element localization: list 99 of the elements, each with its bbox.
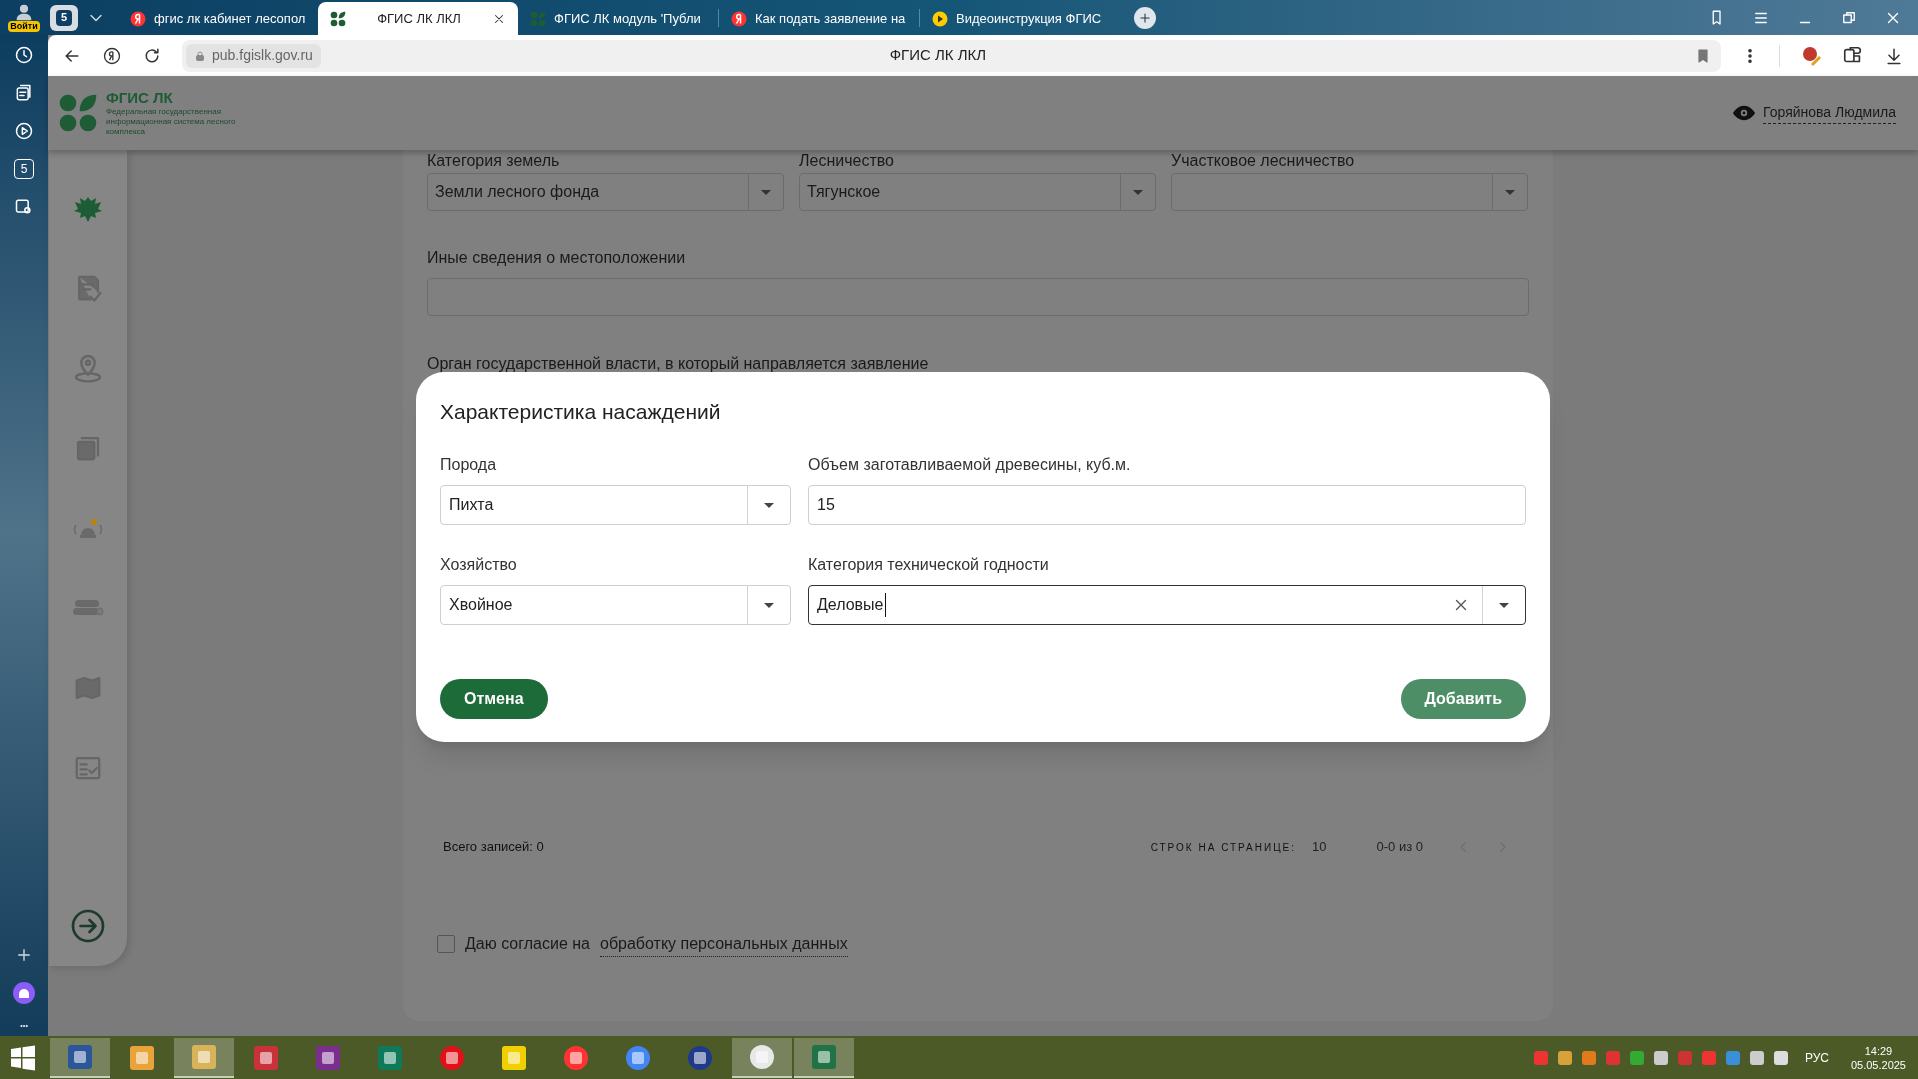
field-label: Участковое лесничество (1171, 152, 1356, 170)
bookmark-icon[interactable] (1695, 47, 1711, 64)
browser-tab[interactable]: фгис лк кабинет лесопол (118, 2, 318, 35)
field-value: Деловые (817, 593, 886, 617)
app-icon (190, 1042, 218, 1071)
cancel-button[interactable]: Отмена (440, 679, 548, 719)
field-value: Хвойное (449, 595, 513, 615)
notes-icon[interactable] (14, 83, 34, 103)
tab-favicon-icon (731, 10, 747, 27)
taskbar-app[interactable] (50, 1037, 110, 1078)
new-tab-button[interactable] (1134, 6, 1156, 29)
logo-subtitle: Федеральная государственная информационная система лесного комплекса (106, 107, 237, 137)
tray-icon[interactable] (1556, 1049, 1573, 1066)
total-records: Всего записей: 0 (443, 838, 544, 857)
combobox-field[interactable]: Деловые (808, 585, 1526, 625)
caret-down-icon (764, 502, 774, 508)
select-value: Земли лесного фонда (435, 182, 601, 202)
input-field[interactable]: 15 (808, 485, 1526, 525)
leaf-dots-icon (58, 93, 98, 133)
checkbox[interactable] (437, 935, 455, 953)
clock-date: 05.05.2025 (1850, 1057, 1906, 1072)
extension-icon[interactable] (1800, 44, 1822, 67)
leaf-dots-icon (530, 10, 546, 27)
caret-down-icon (1505, 189, 1515, 195)
logo-title: ФГИС ЛК (106, 89, 174, 107)
field-label: Категория технической годности (808, 555, 1050, 575)
tab-title: фгис лк кабинет лесопол (154, 9, 306, 28)
language-indicator[interactable]: РУС (1804, 1048, 1829, 1067)
page-range: 0-0 из 0 (1376, 838, 1423, 857)
play-icon (932, 10, 948, 27)
rows-per-page-select[interactable]: 10 (1312, 837, 1327, 857)
add-button[interactable]: Добавить (1400, 679, 1526, 719)
lock-icon (194, 48, 206, 63)
address-field[interactable]: pub.fgislk.gov.ru ФГИС ЛК ЛКЛ (182, 39, 1721, 72)
field-label: Иные сведения о местоположении (427, 249, 687, 267)
start-icon[interactable] (10, 1044, 36, 1071)
leaf-dots-icon (330, 10, 346, 27)
app-icon (500, 1043, 528, 1072)
app-icon (314, 1043, 342, 1072)
tray-icon[interactable] (1748, 1049, 1765, 1066)
caret-down-icon (764, 602, 774, 608)
field-value: 15 (817, 495, 835, 515)
select-field[interactable]: Тягунское (799, 173, 1156, 211)
browser-tab[interactable]: Видеоинструкция ФГИС (920, 2, 1120, 35)
select-field[interactable] (1171, 173, 1528, 211)
app-icon (128, 1043, 156, 1072)
field-value: Пихта (449, 495, 494, 515)
caret-down-icon (1499, 602, 1509, 608)
logout-icon[interactable] (70, 908, 106, 944)
field-label: Объем заготавливаемой древесины, куб.м. (808, 455, 1132, 475)
yandex-icon[interactable] (102, 45, 122, 66)
app-icon (376, 1043, 404, 1072)
select-value: Тягунское (807, 182, 882, 202)
tray-icon[interactable] (1628, 1049, 1645, 1066)
login-label[interactable]: Войти (8, 21, 40, 32)
browser-tab[interactable]: Как подать заявление на (719, 2, 919, 35)
assistant-icon[interactable] (13, 982, 35, 1004)
plus-icon (1138, 10, 1152, 25)
field-label: Категория земель (427, 152, 561, 170)
select-field[interactable]: Земли лесного фонда (427, 173, 784, 211)
modal-title: Характеристика насаждений (440, 399, 722, 425)
rows-per-page-label: СТРОК НА СТРАНИЦЕ: (1150, 840, 1297, 855)
tab-title: Как подать заявление на (755, 9, 907, 28)
tab-favicon-icon (130, 10, 146, 27)
field-label: Хозяйство (440, 555, 518, 575)
consent-text: Даю согласие на (465, 934, 590, 954)
browser-tab[interactable]: ФГИС ЛК ЛКЛ (318, 2, 518, 35)
field-label: Орган государственной власти, в который направляется заявление (427, 354, 930, 374)
tab-counter[interactable]: 5 (50, 4, 78, 31)
tab-title: Видеоинструкция ФГИС (956, 9, 1103, 28)
history-icon[interactable] (14, 45, 34, 65)
avatar-icon[interactable] (15, 3, 33, 21)
taskbar-app[interactable] (794, 1037, 854, 1078)
browser-tab[interactable]: ФГИС ЛК модуль 'Публи (518, 2, 718, 35)
taskbar-app[interactable] (732, 1037, 792, 1078)
app-icon (252, 1043, 280, 1072)
caret-down-icon (1133, 189, 1143, 195)
tab-title: ФГИС ЛК ЛКЛ (376, 9, 462, 28)
caret-down-icon (761, 189, 771, 195)
select-field[interactable]: Пихта (440, 485, 791, 525)
field-label: Лесничество (799, 152, 895, 170)
tab-title: ФГИС ЛК модуль 'Публи (554, 9, 702, 28)
url-text: pub.fgislk.gov.ru (186, 43, 321, 68)
taskbar-app[interactable] (174, 1037, 234, 1078)
tray-icon[interactable] (1580, 1049, 1597, 1066)
field-label: Порода (440, 455, 498, 475)
consent-link[interactable]: обработку персональных данных (600, 931, 848, 957)
plus-icon[interactable] (15, 946, 33, 964)
clock-time: 14:29 (1864, 1043, 1893, 1058)
app-icon (810, 1042, 838, 1071)
play-icon[interactable] (14, 121, 34, 141)
user-name-link[interactable]: Горяйнова Людмила (1763, 102, 1896, 124)
app-icon (66, 1042, 94, 1071)
page-title: ФГИС ЛК ЛКЛ (888, 45, 988, 66)
screenshot-icon[interactable] (14, 197, 34, 217)
tray-icon[interactable] (1772, 1049, 1789, 1066)
tray-icon[interactable] (1652, 1049, 1669, 1066)
counter-badge[interactable]: 5 (14, 159, 34, 179)
select-field[interactable]: Хвойное (440, 585, 791, 625)
